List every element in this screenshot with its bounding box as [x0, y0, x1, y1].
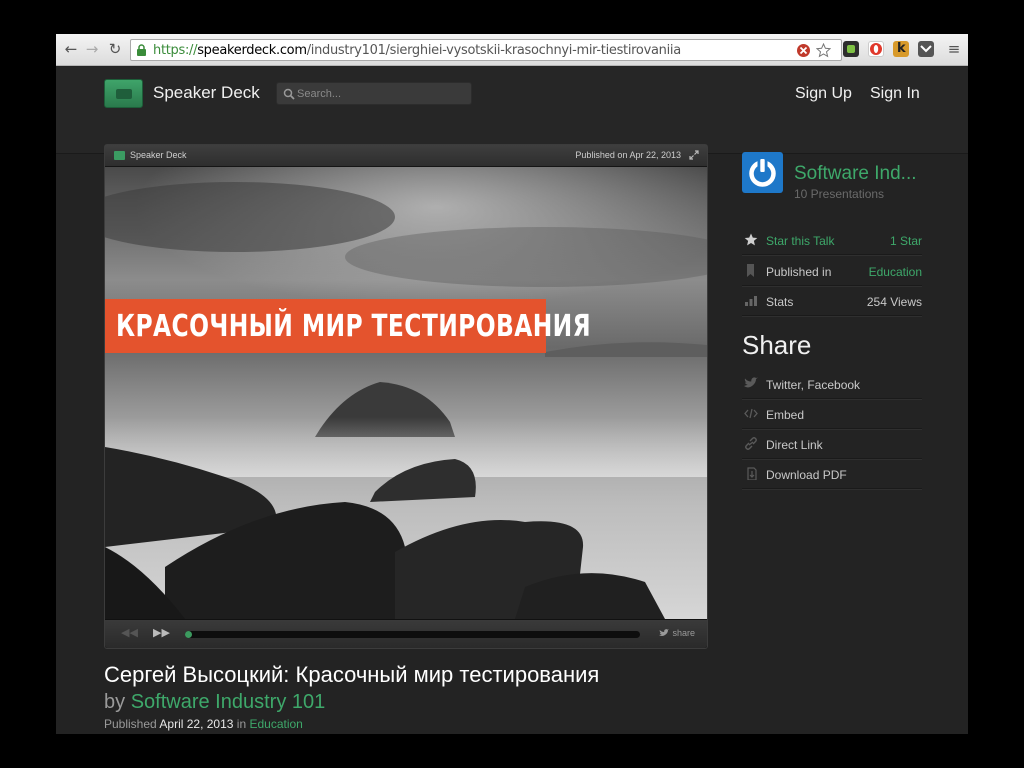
progress-fill — [185, 631, 192, 638]
link-icon — [745, 437, 757, 450]
share-twitter-facebook-row[interactable]: Twitter, Facebook — [742, 369, 922, 399]
forward-arrow-icon[interactable]: → — [83, 40, 101, 58]
bookmark-star-icon[interactable] — [816, 43, 831, 58]
category-link[interactable]: Education — [249, 717, 302, 731]
url-path: /industry101/sierghiei-vysotskii-krasoch… — [306, 43, 681, 58]
brand-name[interactable]: Speaker Deck — [153, 83, 260, 103]
slide-player: Speaker Deck Published on Apr 22, 2013 К… — [104, 144, 708, 649]
embed-label[interactable]: Embed — [766, 408, 804, 422]
share-twitter-facebook-label[interactable]: Twitter, Facebook — [766, 378, 860, 392]
star-icon — [744, 233, 758, 246]
published-in-value[interactable]: Education — [869, 265, 922, 279]
twitter-bird-icon — [659, 629, 670, 636]
player-brand: Speaker Deck — [130, 150, 187, 160]
by-prefix: by — [104, 691, 126, 713]
slide-photo — [105, 167, 707, 619]
published-prefix: Published — [104, 717, 157, 731]
browser-toolbar: ← → ↻ https://speakerdeck.com/industry10… — [56, 34, 968, 66]
pocket-icon[interactable] — [918, 41, 934, 57]
owner-name[interactable]: Software Ind... — [794, 163, 917, 185]
power-icon — [749, 158, 776, 187]
star-talk-label[interactable]: Star this Talk — [766, 234, 834, 248]
address-bar[interactable]: https://speakerdeck.com/industry101/sier… — [130, 39, 842, 61]
url-domain: speakerdeck.com — [197, 43, 307, 58]
player-controls: ◀◀ ▶▶ share — [105, 619, 707, 648]
share-label: share — [672, 628, 695, 638]
search-box[interactable] — [276, 82, 472, 105]
direct-link-label[interactable]: Direct Link — [766, 438, 823, 452]
lock-icon — [137, 44, 146, 56]
url-text: https://speakerdeck.com/industry101/sier… — [153, 43, 681, 58]
code-icon — [744, 408, 758, 419]
search-input[interactable] — [297, 86, 467, 102]
menu-icon[interactable]: ≡ — [945, 40, 963, 58]
next-slide-icon[interactable]: ▶▶ — [153, 626, 170, 639]
talk-title: Сергей Высоцкий: Красочный мир тестирова… — [104, 662, 600, 687]
share-heading: Share — [742, 330, 812, 360]
kippt-icon[interactable]: k — [893, 41, 909, 57]
talk-author-line: by Software Industry 101 — [104, 691, 325, 714]
slide-image[interactable]: КРАСОЧНЫЙ МИР ТЕСТИРОВАНИЯ — [105, 167, 707, 619]
star-talk-row[interactable]: Star this Talk 1 Star — [742, 225, 922, 255]
published-date: April 22, 2013 — [159, 717, 234, 731]
player-top-bar: Speaker Deck Published on Apr 22, 2013 — [105, 145, 707, 167]
stats-value: 254 Views — [866, 295, 922, 309]
player-share-link[interactable]: share — [659, 628, 695, 638]
browser-window: ← → ↻ https://speakerdeck.com/industry10… — [56, 34, 968, 734]
cloud-icon[interactable] — [843, 41, 859, 57]
slide-title: КРАСОЧНЫЙ МИР ТЕСТИРОВАНИЯ — [116, 309, 592, 344]
author-link[interactable]: Software Industry 101 — [131, 691, 326, 713]
blocked-icon[interactable] — [796, 43, 811, 58]
reload-icon[interactable]: ↻ — [106, 40, 124, 58]
sign-up-link[interactable]: Sign Up — [795, 85, 852, 103]
speaker-deck-logo[interactable] — [104, 79, 143, 108]
talk-meta: Published April 22, 2013 in Education — [104, 717, 303, 731]
site-header — [56, 67, 968, 154]
download-icon — [747, 467, 757, 480]
fullscreen-icon[interactable] — [689, 150, 699, 160]
published-in-label: Published in — [766, 265, 832, 279]
direct-link-row[interactable]: Direct Link — [742, 429, 922, 459]
star-count: 1 Star — [889, 234, 922, 248]
download-pdf-row[interactable]: Download PDF — [742, 459, 922, 489]
owner-avatar[interactable] — [742, 152, 783, 193]
stats-icon — [745, 296, 757, 306]
sign-in-link[interactable]: Sign In — [870, 85, 920, 103]
back-arrow-icon[interactable]: ← — [62, 40, 80, 58]
player-published: Published on Apr 22, 2013 — [575, 150, 681, 160]
in-word: in — [236, 717, 247, 731]
url-scheme: https:// — [153, 43, 198, 58]
stats-row: Stats 254 Views — [742, 286, 922, 316]
opera-icon[interactable] — [868, 41, 884, 57]
published-in-row: Published in Education — [742, 256, 922, 286]
previous-slide-icon[interactable]: ◀◀ — [121, 626, 138, 639]
slide-progress-bar[interactable] — [185, 631, 640, 638]
slide-title-banner: КРАСОЧНЫЙ МИР ТЕСТИРОВАНИЯ — [105, 299, 591, 353]
download-pdf-label[interactable]: Download PDF — [766, 468, 847, 482]
owner-presentation-count: 10 Presentations — [794, 187, 885, 201]
bookmark-icon — [747, 264, 754, 277]
twitter-icon — [744, 377, 758, 388]
stats-label: Stats — [766, 295, 794, 309]
player-logo-icon — [114, 151, 125, 160]
embed-row[interactable]: Embed — [742, 399, 922, 429]
search-icon — [283, 88, 295, 100]
